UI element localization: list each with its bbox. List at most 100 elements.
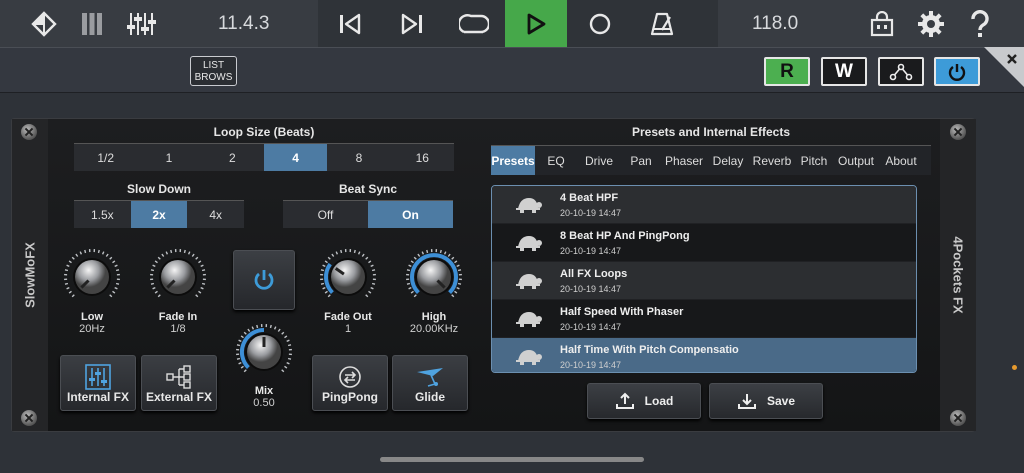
pingpong-button[interactable]: PingPong xyxy=(312,355,388,411)
beat-sync-segmented: Off On xyxy=(283,200,453,228)
fade-in-knob[interactable] xyxy=(148,247,208,307)
turtle-icon xyxy=(516,350,542,365)
list-browse-button[interactable]: LIST BROWS xyxy=(190,56,237,86)
tab-delay[interactable]: Delay xyxy=(707,146,749,175)
slow-down-segmented: 1.5x 2x 4x xyxy=(74,200,244,228)
list-item[interactable]: 8 Beat HP And PingPong 20-10-19 14:47 xyxy=(492,224,916,262)
high-knob-label: High xyxy=(421,311,447,323)
preset-date: 20-10-19 14:47 xyxy=(560,208,622,218)
tab-drive[interactable]: Drive xyxy=(577,146,621,175)
r-toggle-button[interactable]: R xyxy=(764,57,810,86)
list-item[interactable]: Half Speed With Phaser 20-10-19 14:47 xyxy=(492,300,916,338)
glide-button[interactable]: Glide xyxy=(392,355,468,411)
upload-icon xyxy=(615,392,634,409)
routing-button[interactable] xyxy=(878,57,924,86)
fade-out-knob-label: Fade Out xyxy=(324,311,372,323)
fade-in-knob-label: Fade In xyxy=(158,311,198,323)
bypass-power-button[interactable] xyxy=(233,250,295,310)
mix-knob-label: Mix xyxy=(254,385,274,397)
glide-label: Glide xyxy=(414,390,445,404)
rewind-icon[interactable] xyxy=(332,0,368,47)
slow-down-option[interactable]: 4x xyxy=(187,201,244,228)
mix-knob[interactable] xyxy=(234,322,294,382)
turtle-icon xyxy=(516,274,542,289)
preset-date: 20-10-19 14:47 xyxy=(560,284,622,294)
list-label: LIST xyxy=(202,60,225,71)
screw-icon xyxy=(950,410,966,426)
load-button[interactable]: Load xyxy=(587,383,701,419)
preset-name: Half Time With Pitch Compensatio xyxy=(560,344,739,356)
fade-out-knob[interactable] xyxy=(318,247,378,307)
tab-about[interactable]: About xyxy=(879,146,923,175)
load-label: Load xyxy=(644,394,674,408)
keyboard-icon[interactable] xyxy=(78,0,106,47)
fade-out-knob-value: 1 xyxy=(344,323,352,335)
tempo-label[interactable]: 118.0 xyxy=(752,0,798,47)
version-label: 11.4.3 xyxy=(218,12,270,34)
preset-name: 4 Beat HPF xyxy=(560,192,619,204)
loop-size-option[interactable]: 1/2 xyxy=(74,144,137,171)
low-knob-value: 20Hz xyxy=(79,323,105,335)
beat-sync-option-selected[interactable]: On xyxy=(368,201,453,228)
beat-sync-option[interactable]: Off xyxy=(283,201,368,228)
loop-size-option-selected[interactable]: 4 xyxy=(263,144,328,171)
tab-output[interactable]: Output xyxy=(833,146,879,175)
preset-name: Half Speed With Phaser xyxy=(560,306,684,318)
store-bag-icon[interactable] xyxy=(866,0,898,47)
low-knob[interactable] xyxy=(62,247,122,307)
preset-list[interactable]: 4 Beat HPF 20-10-19 14:47 8 Beat HP And Pi… xyxy=(491,185,917,373)
tab-eq[interactable]: EQ xyxy=(535,146,577,175)
preset-date: 20-10-19 14:47 xyxy=(560,360,622,370)
plugin-area: SlowMoFX 4Pockets FX Loop Size (Beats) 1… xyxy=(0,93,1024,473)
save-label: Save xyxy=(766,394,796,408)
tab-reverb[interactable]: Reverb xyxy=(749,146,795,175)
plugin-header-bar: LIST BROWS R W xyxy=(0,47,1024,93)
screw-icon xyxy=(950,124,966,140)
external-fx-button[interactable]: External FX xyxy=(141,355,217,411)
loop-size-option[interactable]: 2 xyxy=(201,144,264,171)
loop-size-title: Loop Size (Beats) xyxy=(213,125,315,139)
tab-presets[interactable]: Presets xyxy=(491,146,535,175)
play-button[interactable] xyxy=(505,0,567,47)
skip-forward-icon[interactable] xyxy=(394,0,430,47)
slowmofx-panel: SlowMoFX 4Pockets FX Loop Size (Beats) 1… xyxy=(11,118,976,432)
metronome-icon[interactable] xyxy=(644,0,680,47)
power-toggle-button[interactable] xyxy=(934,57,980,86)
loop-size-option[interactable]: 8 xyxy=(327,144,390,171)
help-icon[interactable] xyxy=(964,0,996,47)
effects-tabs: Presets EQ Drive Pan Phaser Delay Reverb Pitch O… xyxy=(491,145,931,175)
preset-date: 20-10-19 14:47 xyxy=(560,246,622,256)
turtle-icon xyxy=(516,312,542,327)
loop-size-segmented: 1/2 1 2 4 8 16 xyxy=(74,143,454,171)
loop-size-option[interactable]: 1 xyxy=(137,144,200,171)
transport-controls xyxy=(318,0,718,47)
tab-pan[interactable]: Pan xyxy=(621,146,661,175)
preset-name: All FX Loops xyxy=(560,268,628,280)
mixer-icon[interactable] xyxy=(124,0,158,47)
power-icon xyxy=(254,270,274,290)
fade-in-knob-value: 1/8 xyxy=(170,323,186,335)
internal-fx-button[interactable]: Internal FX xyxy=(60,355,136,411)
list-item[interactable]: All FX Loops 20-10-19 14:47 xyxy=(492,262,916,300)
tab-pitch[interactable]: Pitch xyxy=(795,146,833,175)
w-toggle-button[interactable]: W xyxy=(821,57,867,86)
project-icon[interactable] xyxy=(26,0,62,47)
record-icon[interactable] xyxy=(582,0,618,47)
close-plugin-button[interactable] xyxy=(984,47,1024,87)
screw-icon xyxy=(21,410,37,426)
internal-fx-label: Internal FX xyxy=(66,390,129,404)
high-knob[interactable] xyxy=(404,247,464,307)
slow-down-option[interactable]: 1.5x xyxy=(74,201,131,228)
gear-icon[interactable] xyxy=(914,0,948,47)
slow-down-option-selected[interactable]: 2x xyxy=(130,201,188,228)
external-fx-label: External FX xyxy=(145,390,213,404)
list-item[interactable]: Half Time With Pitch Compensatio 20-10-19… xyxy=(492,338,916,372)
plugin-name-label: SlowMoFX xyxy=(22,242,38,308)
tab-phaser[interactable]: Phaser xyxy=(661,146,707,175)
save-button[interactable]: Save xyxy=(709,383,823,419)
loop-icon[interactable] xyxy=(456,0,492,47)
download-icon xyxy=(737,394,756,409)
list-item[interactable]: 4 Beat HPF 20-10-19 14:47 xyxy=(492,186,916,224)
home-indicator[interactable] xyxy=(380,457,644,462)
loop-size-option[interactable]: 16 xyxy=(391,144,454,171)
